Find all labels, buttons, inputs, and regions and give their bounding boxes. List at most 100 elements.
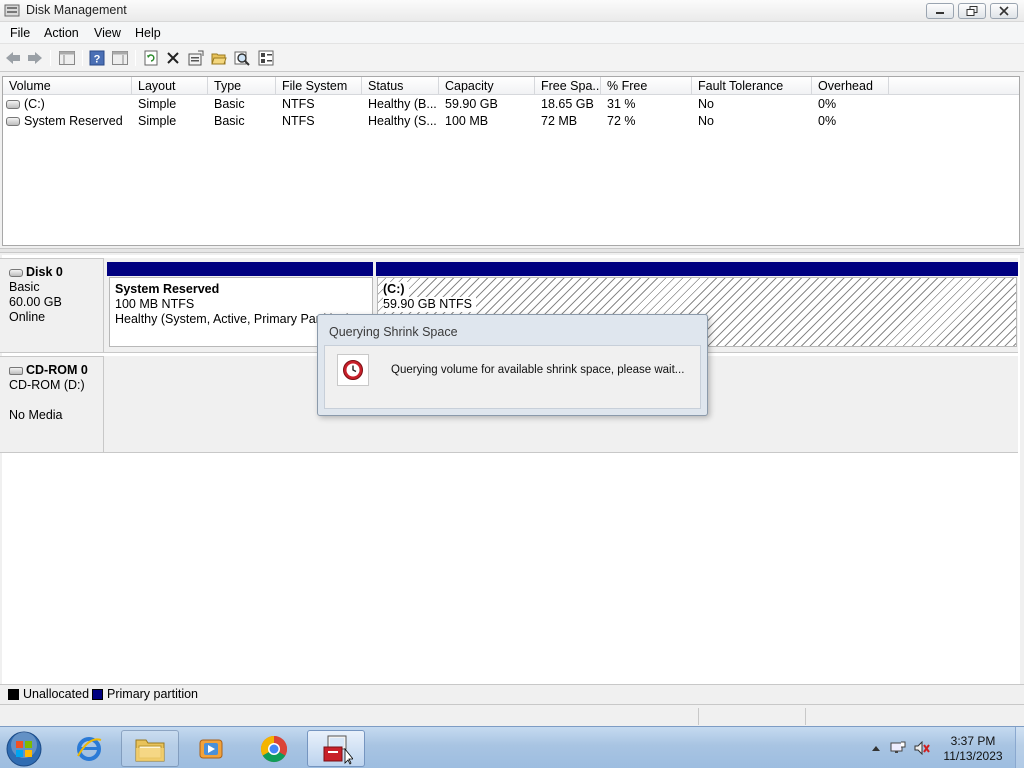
minimize-icon — [936, 12, 944, 14]
taskbar-windows-explorer[interactable] — [121, 730, 179, 767]
legend-swatch-primary — [92, 689, 103, 700]
restore-button[interactable] — [958, 3, 986, 19]
explore-button[interactable] — [233, 49, 251, 67]
forward-button[interactable] — [26, 49, 44, 67]
taskbar-chrome[interactable] — [245, 730, 303, 767]
flag-monitor-icon — [890, 741, 906, 753]
toolbar-separator — [135, 50, 136, 66]
menu-help[interactable]: Help — [135, 26, 161, 40]
forward-arrow-icon — [28, 52, 42, 64]
console-tree-icon — [59, 51, 75, 65]
back-button[interactable] — [4, 49, 22, 67]
show-desktop-button[interactable] — [1015, 727, 1024, 768]
percent-free-cell: 72 % — [607, 114, 636, 128]
magnifier-icon — [234, 51, 250, 66]
close-button[interactable] — [990, 3, 1018, 19]
partition-name: (C:) — [383, 282, 409, 297]
refresh-button[interactable] — [142, 49, 160, 67]
taskbar-disk-management[interactable] — [307, 730, 365, 767]
status-panel — [698, 708, 699, 725]
back-arrow-icon — [6, 52, 20, 64]
media-player-icon — [199, 739, 223, 758]
delete-button[interactable] — [164, 49, 182, 67]
disk-0-status: Online — [9, 310, 46, 324]
partition-color-bar-system-reserved — [107, 262, 373, 276]
taskbar: 3:37 PM 11/13/2023 — [0, 726, 1024, 768]
column-header-fault-tolerance[interactable]: Fault Tolerance — [692, 77, 812, 95]
help-button[interactable]: ? — [88, 49, 106, 67]
menu-bar: File Action View Help — [0, 22, 1024, 44]
column-header-volume[interactable]: Volume — [3, 77, 132, 95]
settings-button[interactable] — [257, 49, 275, 67]
cdrom-0-name: CD-ROM 0 — [26, 363, 88, 377]
start-button[interactable] — [4, 729, 46, 768]
menu-view[interactable]: View — [94, 26, 121, 40]
clock-icon — [337, 354, 369, 386]
delete-x-icon — [167, 52, 179, 64]
help-book-icon: ? — [89, 50, 105, 66]
show-hide-action-pane-button[interactable] — [111, 49, 129, 67]
overhead-cell: 0% — [818, 97, 837, 111]
disk-0-title: Disk 0 — [9, 265, 103, 280]
column-header-percent-free[interactable]: % Free — [601, 77, 692, 95]
free-space-cell: 72 MB — [541, 114, 578, 128]
refresh-icon — [144, 50, 158, 66]
minimize-button[interactable] — [926, 3, 954, 19]
type-cell: Basic — [214, 97, 245, 111]
column-header-overhead[interactable]: Overhead — [812, 77, 889, 95]
table-row[interactable]: System Reserved Simple Basic NTFS Health… — [3, 113, 1019, 130]
taskbar-internet-explorer[interactable] — [60, 730, 118, 767]
pane-splitter[interactable] — [0, 248, 1024, 253]
chrome-icon — [260, 735, 288, 762]
file-system-cell: NTFS — [282, 114, 315, 128]
cdrom-0-status: No Media — [9, 408, 63, 422]
volume-list-header: Volume Layout Type File System Status Ca… — [3, 77, 1019, 95]
window-title: Disk Management — [26, 3, 127, 17]
column-header-layout[interactable]: Layout — [132, 77, 208, 95]
dialog-body: Querying volume for available shrink spa… — [324, 345, 701, 409]
legend-bar: Unallocated Primary partition — [0, 684, 1024, 702]
layout-cell: Simple — [138, 97, 177, 111]
fault-tolerance-cell: No — [698, 114, 714, 128]
volume-cell: (C:) — [6, 97, 45, 111]
partition-color-bar-c — [376, 262, 1018, 276]
column-header-free-space[interactable]: Free Spa... — [535, 77, 601, 95]
properties-button[interactable] — [187, 49, 205, 67]
percent-free-cell: 31 % — [607, 97, 636, 111]
column-header-type[interactable]: Type — [208, 77, 276, 95]
overhead-cell: 0% — [818, 114, 837, 128]
volume-tray-icon[interactable] — [914, 741, 930, 755]
volume-name: System Reserved — [24, 114, 123, 128]
speaker-muted-icon — [914, 741, 930, 755]
table-row[interactable]: (C:) Simple Basic NTFS Healthy (B... 59.… — [3, 96, 1019, 113]
free-space-cell: 18.65 GB — [541, 97, 594, 111]
column-header-capacity[interactable]: Capacity — [439, 77, 535, 95]
show-hidden-icons-button[interactable] — [868, 741, 884, 755]
disk-0-kind: Basic — [9, 280, 40, 294]
volume-list[interactable]: Volume Layout Type File System Status Ca… — [2, 76, 1020, 246]
cdrom-0-title: CD-ROM 0 — [9, 363, 103, 378]
column-header-status[interactable]: Status — [362, 77, 439, 95]
fault-tolerance-cell: No — [698, 97, 714, 111]
action-center-tray-icon[interactable] — [890, 741, 906, 755]
taskbar-media-player[interactable] — [182, 730, 240, 767]
show-hide-console-tree-button[interactable] — [58, 49, 76, 67]
disk-0-size: 60.00 GB — [9, 295, 62, 309]
open-button[interactable] — [210, 49, 228, 67]
title-bar[interactable]: Disk Management — [0, 0, 1024, 22]
cdrom-0-label[interactable]: CD-ROM 0 CD-ROM (D:) No Media — [0, 356, 104, 453]
settings-list-icon — [258, 50, 274, 66]
status-panel — [805, 708, 806, 725]
system-clock[interactable]: 3:37 PM 11/13/2023 — [930, 734, 1016, 764]
querying-shrink-space-dialog[interactable]: Querying Shrink Space Querying volume fo… — [317, 314, 708, 416]
volume-name: (C:) — [24, 97, 45, 111]
disk-0-label[interactable]: Disk 0 Basic 60.00 GB Online — [0, 258, 104, 353]
column-header-file-system[interactable]: File System — [276, 77, 362, 95]
close-icon — [999, 6, 1009, 16]
svg-text:?: ? — [94, 54, 101, 66]
legend-label-primary: Primary partition — [107, 687, 198, 701]
menu-action[interactable]: Action — [44, 26, 79, 40]
menu-file[interactable]: File — [10, 26, 30, 40]
drive-icon — [6, 117, 20, 127]
disk-0-name: Disk 0 — [26, 265, 63, 279]
